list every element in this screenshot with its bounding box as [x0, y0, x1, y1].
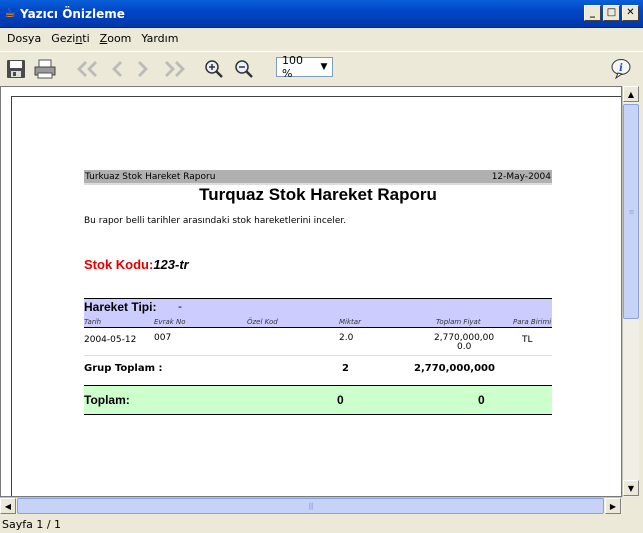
report-header-date: 12-May-2004 — [491, 171, 551, 182]
horizontal-scroll-thumb[interactable]: ||| — [17, 498, 604, 514]
row-miktar: 2.0 — [339, 333, 354, 343]
row-evrak-no: 007 — [154, 333, 172, 343]
stok-kodu: Stok Kodu:123-tr — [84, 257, 189, 272]
vertical-scrollbar[interactable]: ▲ ≡ ▼ — [622, 86, 639, 497]
report-header-bar: Turkuaz Stok Hareket Raporu 12-May-2004 — [84, 170, 552, 185]
window-title: Yazıcı Önizleme — [20, 6, 125, 21]
hareket-tipi-value: - — [178, 300, 182, 313]
svg-text:i: i — [619, 63, 623, 74]
menu-bar: Dosya Gezinti Zoom Yardım — [0, 28, 643, 48]
col-miktar: Miktar — [339, 318, 361, 326]
last-page-icon[interactable] — [160, 56, 190, 82]
report-header-left: Turkuaz Stok Hareket Raporu — [85, 171, 216, 182]
scroll-right-icon[interactable]: ▶ — [605, 498, 621, 514]
close-button[interactable]: ✕ — [622, 5, 639, 21]
grup-toplam-fiyat: 2,770,000,000 — [414, 363, 495, 374]
zoom-in-icon[interactable] — [203, 56, 225, 82]
stok-kodu-label: Stok Kodu: — [84, 257, 154, 272]
print-icon[interactable] — [33, 56, 57, 82]
col-toplam-fiyat: Toplam Fiyat — [436, 318, 481, 326]
horizontal-scrollbar[interactable]: ◀ ||| ▶ — [0, 497, 622, 514]
stok-kodu-value: 123-tr — [153, 257, 189, 272]
save-icon[interactable] — [4, 56, 28, 82]
report-title: Turquaz Stok Hareket Raporu — [199, 185, 437, 204]
title-bar: ☕ Yazıcı Önizleme _ □ ✕ — [0, 0, 643, 28]
col-para-birimi: Para Birimi — [513, 318, 552, 326]
report-page: Turkuaz Stok Hareket Raporu 12-May-2004 … — [11, 96, 621, 496]
report-description: Bu rapor belli tarihler arasındaki stok … — [84, 216, 347, 226]
menu-dosya[interactable]: Dosya — [2, 32, 46, 45]
col-evrak-no: Evrak No — [154, 318, 186, 326]
grup-toplam-label: Grup Toplam : — [84, 363, 163, 374]
next-page-icon[interactable] — [133, 56, 155, 82]
row-toplam-fiyat-cont: 0.0 — [457, 342, 472, 352]
col-tarih: Tarih — [84, 318, 102, 326]
grup-toplam-miktar: 2 — [342, 363, 349, 374]
toplam-miktar: 0 — [337, 393, 344, 407]
scroll-left-icon[interactable]: ◀ — [0, 498, 16, 514]
menu-zoom[interactable]: Zoom — [95, 32, 137, 45]
zoom-value: 100 % — [282, 54, 303, 80]
toplam-fiyat: 0 — [478, 393, 485, 407]
maximize-button[interactable]: □ — [603, 5, 620, 21]
java-cup-icon: ☕ — [4, 5, 16, 21]
info-icon[interactable]: i — [608, 56, 634, 82]
scroll-up-icon[interactable]: ▲ — [623, 86, 639, 102]
grup-toplam-row: Grup Toplam : 2 2,770,000,000 — [84, 361, 552, 381]
col-ozel-kod: Özel Kod — [247, 318, 278, 326]
scroll-down-icon[interactable]: ▼ — [623, 480, 639, 496]
menu-gezinti[interactable]: Gezinti — [46, 32, 94, 45]
previous-page-icon[interactable] — [105, 56, 127, 82]
vertical-scroll-thumb[interactable]: ≡ — [623, 104, 639, 319]
chevron-down-icon[interactable]: ▼ — [316, 58, 332, 76]
hareket-group-header: Hareket Tipi: - Tarih Evrak No Özel Kod … — [84, 298, 552, 328]
page-status: Sayfa 1 / 1 — [2, 517, 62, 531]
menu-yardim[interactable]: Yardım — [136, 32, 183, 45]
zoom-select[interactable]: 100 % ▼ — [276, 54, 333, 80]
first-page-icon[interactable] — [72, 56, 102, 82]
minimize-button[interactable]: _ — [584, 5, 601, 21]
row-tarih: 2004-05-12 — [84, 335, 137, 345]
toplam-row: Toplam: 0 0 — [84, 385, 552, 415]
row-para-birimi: TL — [522, 335, 533, 345]
hareket-tipi-label: Hareket Tipi: — [84, 300, 157, 314]
status-bar: Sayfa 1 / 1 — [0, 515, 643, 533]
window-controls: _ □ ✕ — [584, 5, 639, 21]
preview-area: Turkuaz Stok Hareket Raporu 12-May-2004 … — [0, 86, 622, 497]
row-divider — [84, 355, 552, 356]
toplam-label: Toplam: — [84, 393, 130, 407]
zoom-out-icon[interactable] — [233, 56, 255, 82]
